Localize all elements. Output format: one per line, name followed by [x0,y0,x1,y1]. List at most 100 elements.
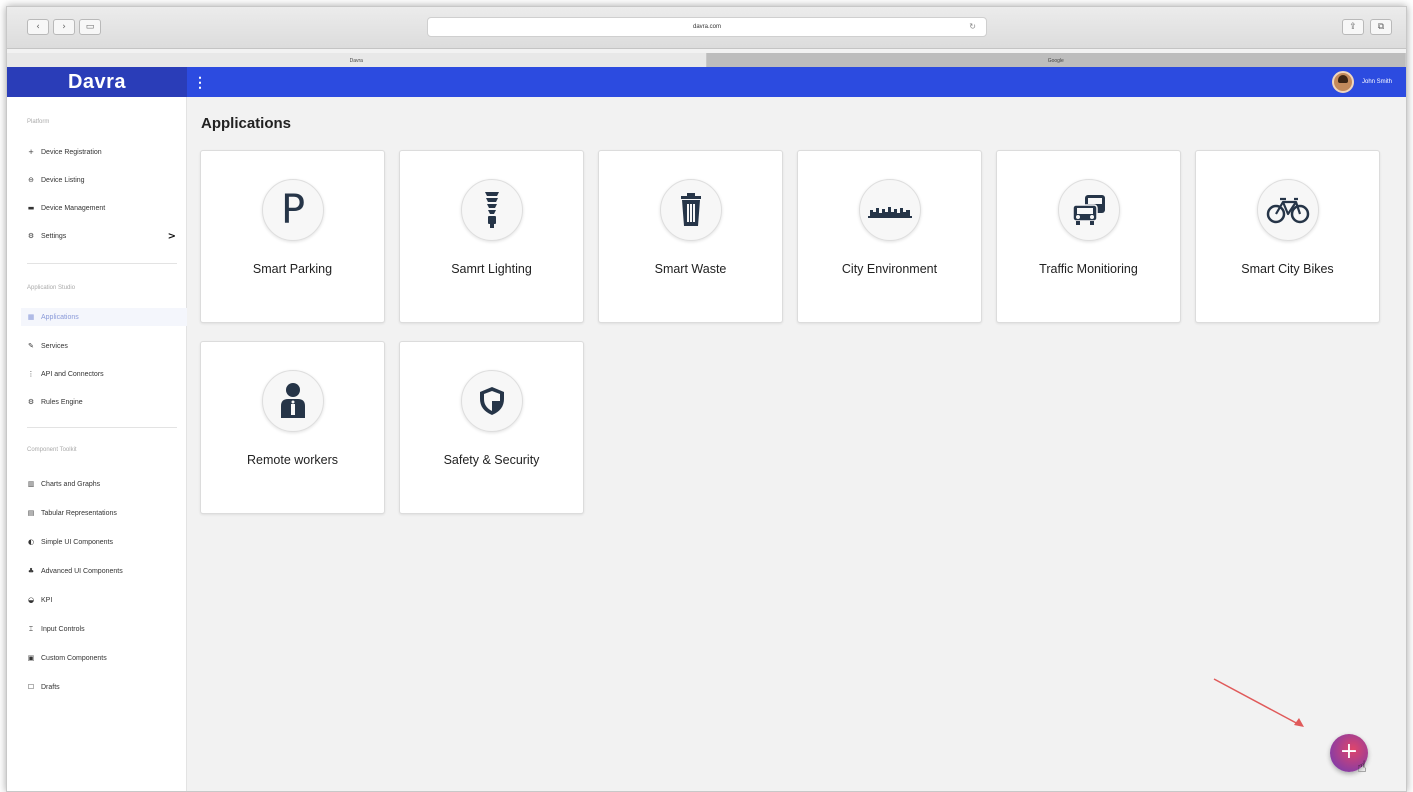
reload-icon[interactable]: ↻ [969,22,976,31]
forward-button[interactable]: › [53,19,75,35]
sidebar-item-label: Rules Engine [41,398,83,406]
browser-actions: ⇪ ⧉ [1342,19,1392,35]
app-card-city-environment[interactable]: City Environment [797,150,982,323]
edit-icon: ☐ [27,683,35,691]
app-card-label: Safety & Security [443,453,540,467]
app-card-smart-parking[interactable]: P Smart Parking [200,150,385,323]
sidebar-section-title: Platform [27,119,50,125]
sidebar-item-device-management[interactable]: ▬ Device Management [27,199,182,217]
grid-icon: ▦ [27,313,35,321]
user-name: John Smith [1361,79,1392,85]
hand-cursor-icon: ☝ [1357,757,1367,776]
page-title: Applications [201,115,292,132]
sidebar-item-advanced-ui[interactable]: ♣ Advanced UI Components [27,562,182,580]
cityscape-icon [859,179,921,241]
menu-toggle-icon[interactable]: ⋮ [193,73,207,91]
cursor-icon: ⌶ [28,624,34,633]
sidebar-item-kpi[interactable]: ◒ KPI [27,591,182,609]
sidebar-item-charts-graphs[interactable]: ▥ Charts and Graphs [27,475,182,493]
trash-icon [660,179,722,241]
app-card-traffic-monitoring[interactable]: Traffic Monitioring [996,150,1181,323]
brand-logo[interactable]: Davra [7,67,187,97]
link-icon: ⊖ [28,176,34,184]
app-card-label: Smart Waste [654,262,727,276]
sidebar-item-services[interactable]: ✎ Services [27,337,182,355]
app-card-label: Smart Parking [252,262,333,276]
address-text: davra.com [692,24,721,30]
sidebar-item-label: Drafts [41,683,60,691]
sidebar-item-simple-ui[interactable]: ◐ Simple UI Components [27,533,182,551]
bicycle-icon [1257,179,1319,241]
sidebar-item-rules-engine[interactable]: ⚙ Rules Engine [27,393,182,411]
sidebar-item-drafts[interactable]: ☐ Drafts [27,678,182,696]
worker-icon [262,370,324,432]
sidebar: Platform + Device Registration ⊖ Device Li… [7,97,187,791]
gift-icon: ▣ [27,654,35,662]
sidebar-item-label: Device Management [41,204,106,212]
shield-icon [461,370,523,432]
sidebar-divider [27,427,177,428]
tabs-overview-button[interactable]: ⧉ [1370,19,1392,35]
sidebar-item-custom-components[interactable]: ▣ Custom Components [27,649,182,667]
app-card-smart-waste[interactable]: Smart Waste [598,150,783,323]
sidebar-item-label: API and Connectors [41,370,104,378]
plug-icon: ⋮ [27,370,35,378]
app-card-remote-workers[interactable]: Remote workers [200,341,385,514]
sidebar-item-label: Device Registration [41,148,102,156]
avatar[interactable] [1331,71,1354,93]
app-card-label: City Environment [841,262,938,276]
app-card-label: Remote workers [247,453,338,467]
tab-label: Google [1047,58,1064,64]
sidebar-item-tabular[interactable]: ▤ Tabular Representations [27,504,182,522]
sidebar-item-device-listing[interactable]: ⊖ Device Listing [27,171,182,189]
sliders-icon: ⚙ [27,398,35,406]
wrench-icon: ✎ [28,342,34,350]
sidebar-item-label: Settings [41,232,67,240]
sidebar-divider [27,263,177,264]
sidebar-item-label: Services [41,342,68,350]
server-icon: ▬ [27,204,35,212]
sidebar-item-label: Simple UI Components [41,538,113,546]
bar-chart-icon: ▥ [27,480,35,488]
back-button[interactable]: ‹ [27,19,49,35]
bulb-icon [461,179,523,241]
annotation-arrow [1213,678,1304,727]
sidebar-item-label: Applications [41,313,79,321]
sidebar-item-label: Device Listing [41,176,85,184]
sidebar-item-device-registration[interactable]: + Device Registration [27,143,182,161]
sliders-icon: ⚙ [27,232,35,240]
sidebar-item-api-connectors[interactable]: ⋮ API and Connectors [27,365,182,383]
sidebar-item-input-controls[interactable]: ⌶ Input Controls [27,620,182,638]
traffic-icon [1058,179,1120,241]
sidebar-item-label: Tabular Representations [41,509,117,517]
app-card-label: Smart City Bikes [1241,262,1334,276]
address-bar[interactable]: davra.com ↻ [427,17,987,37]
sidebar-toggle-button[interactable]: ▭ [79,19,101,35]
plus-icon: + [28,148,34,156]
user-menu[interactable]: John Smith [1331,71,1392,93]
app-card-smart-city-bikes[interactable]: Smart City Bikes [1195,150,1380,323]
sidebar-item-label: Charts and Graphs [41,480,101,488]
app-header: Davra ⋮ John Smith [7,67,1406,97]
sidebar-item-applications[interactable]: ▦ Applications [21,308,187,326]
sidebar-item-label: Custom Components [41,654,107,662]
chevron-right-icon: > [167,230,176,242]
browser-toolbar: ‹ › ▭ davra.com ↻ ⇪ ⧉ [7,7,1406,49]
table-icon: ▤ [27,509,35,517]
cubes-icon: ♣ [27,567,35,575]
app-card-label: Samrt Lighting [451,262,532,276]
app-card-smart-lighting[interactable]: Samrt Lighting [399,150,584,323]
sidebar-item-label: KPI [41,596,53,604]
parking-icon: P [262,179,324,241]
sidebar-item-label: Input Controls [41,625,85,633]
sidebar-item-label: Advanced UI Components [41,567,123,575]
share-button[interactable]: ⇪ [1342,19,1364,35]
tab-label: Davra [349,58,363,64]
app-card-safety-security[interactable]: Safety & Security [399,341,584,514]
puzzle-icon: ◐ [27,538,35,546]
main-content: Applications P Smart Parking Samrt Light… [187,97,1406,791]
sidebar-item-settings[interactable]: ⚙ Settings > [27,227,182,245]
sidebar-section-title: Application Studio [27,285,76,291]
nav-buttons: ‹ › ▭ [27,19,101,35]
browser-window: ‹ › ▭ davra.com ↻ ⇪ ⧉ Davra Google Davra… [6,6,1407,792]
